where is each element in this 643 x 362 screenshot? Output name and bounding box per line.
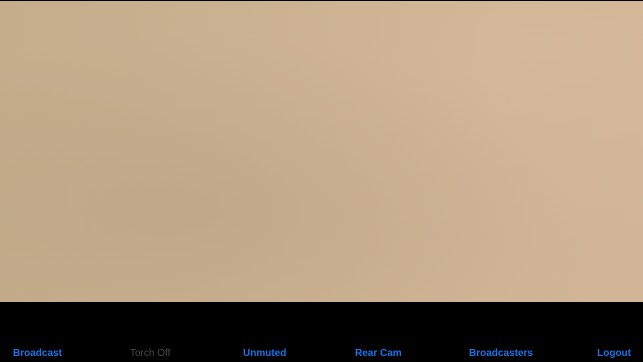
broadcast-button[interactable]: Broadcast bbox=[13, 348, 62, 359]
app-screen: Broadcast Torch Off Unmuted Rear Cam Bro… bbox=[0, 0, 643, 362]
mute-toggle-button[interactable]: Unmuted bbox=[243, 348, 286, 359]
bottom-toolbar: Broadcast Torch Off Unmuted Rear Cam Bro… bbox=[0, 302, 643, 362]
logout-button[interactable]: Logout bbox=[597, 348, 631, 359]
torch-button[interactable]: Torch Off bbox=[130, 348, 170, 359]
broadcasters-button[interactable]: Broadcasters bbox=[469, 348, 533, 359]
camera-preview bbox=[0, 1, 643, 302]
camera-switch-button[interactable]: Rear Cam bbox=[355, 348, 402, 359]
